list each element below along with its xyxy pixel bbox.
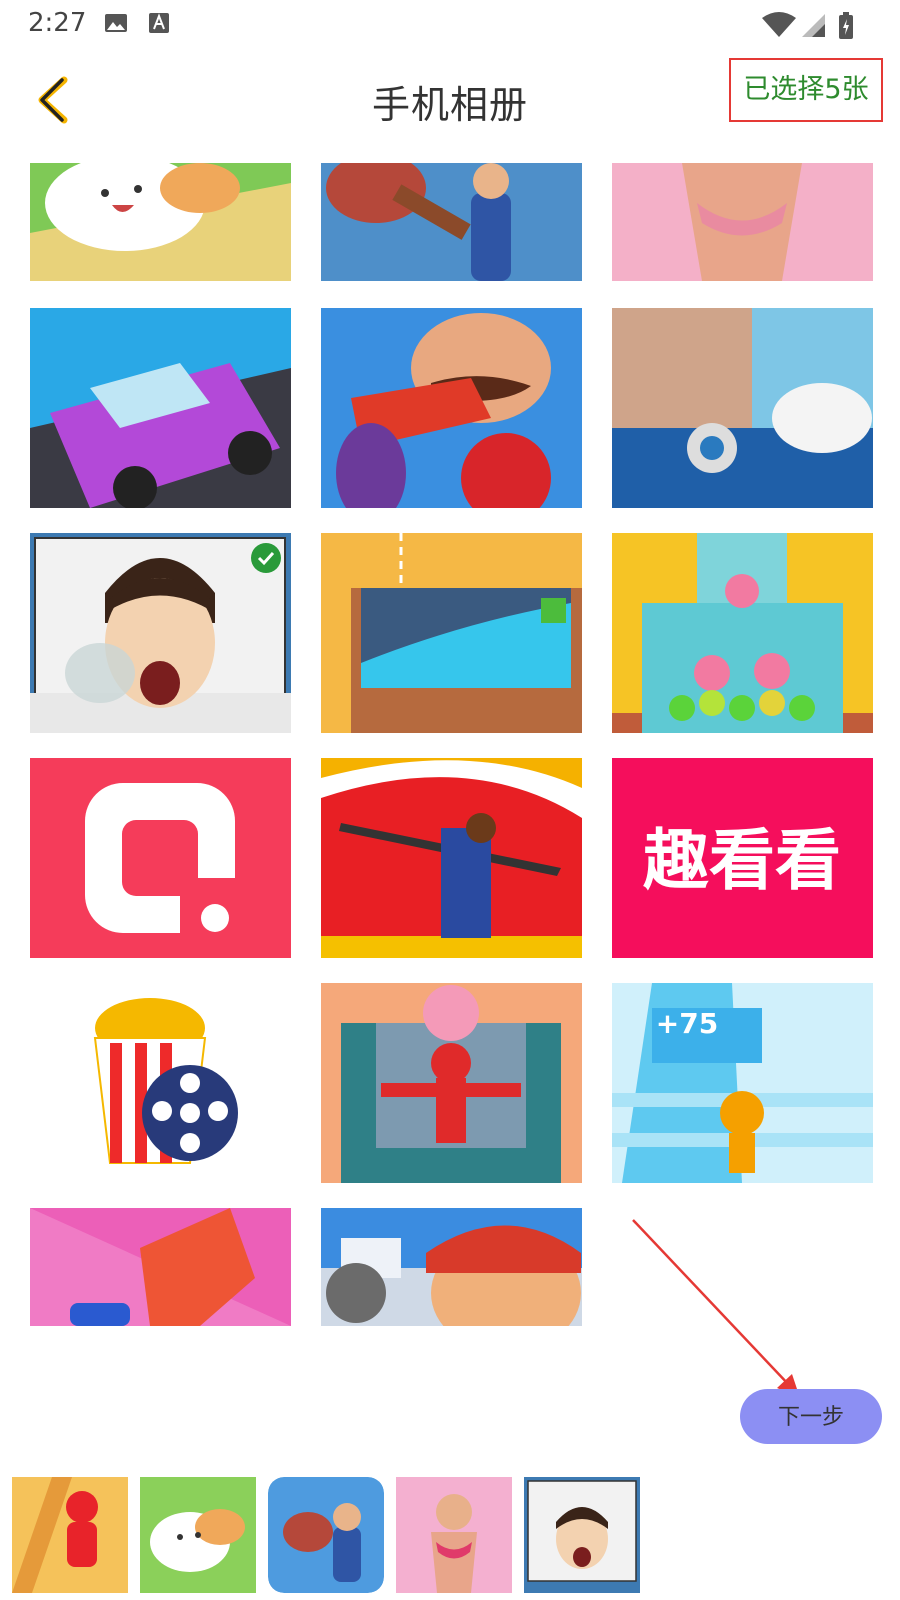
selected-thumb[interactable] [524,1477,640,1593]
selected-thumb[interactable] [396,1477,512,1593]
photo-thumb-selected[interactable] [30,533,291,733]
selected-check-icon [251,543,281,573]
photo-thumb[interactable]: 趣看看 [612,758,873,958]
photo-thumb[interactable] [321,1208,582,1326]
selected-thumb[interactable] [268,1477,384,1593]
a-font-icon [148,12,170,38]
photo-thumb[interactable] [321,533,582,733]
selected-thumb[interactable] [12,1477,128,1593]
photo-thumb[interactable] [30,163,291,281]
photo-thumb[interactable] [321,983,582,1183]
selected-photos-tray [0,1477,900,1595]
photo-thumb[interactable] [612,308,873,508]
photo-thumb[interactable] [321,758,582,958]
photo-thumb[interactable] [30,983,291,1183]
battery-icon [838,12,854,44]
selected-count-label[interactable]: 已选择5张 [729,58,883,122]
status-bar: 2:27 [0,0,900,50]
photo-thumb[interactable] [30,1208,291,1326]
photo-thumb[interactable] [321,163,582,281]
photo-thumb[interactable] [612,163,873,281]
selected-thumb[interactable] [140,1477,256,1593]
next-step-button[interactable]: 下一步 [740,1389,882,1444]
photo-thumb[interactable] [612,533,873,733]
status-time: 2:27 [28,8,87,38]
photo-thumb[interactable] [30,308,291,508]
photo-thumb[interactable]: +75 [612,983,873,1183]
photo-thumb[interactable] [30,758,291,958]
wifi-icon [762,12,796,42]
image-icon [104,12,128,38]
runner-bonus-text: +75 [656,1007,718,1040]
qukankan-logo-text: 趣看看 [643,822,841,899]
photo-thumb[interactable] [321,308,582,508]
cellular-icon [800,12,826,42]
photo-grid: 趣看看 +75 [0,163,900,1353]
top-bar: 手机相册 已选择5张 [0,58,900,140]
